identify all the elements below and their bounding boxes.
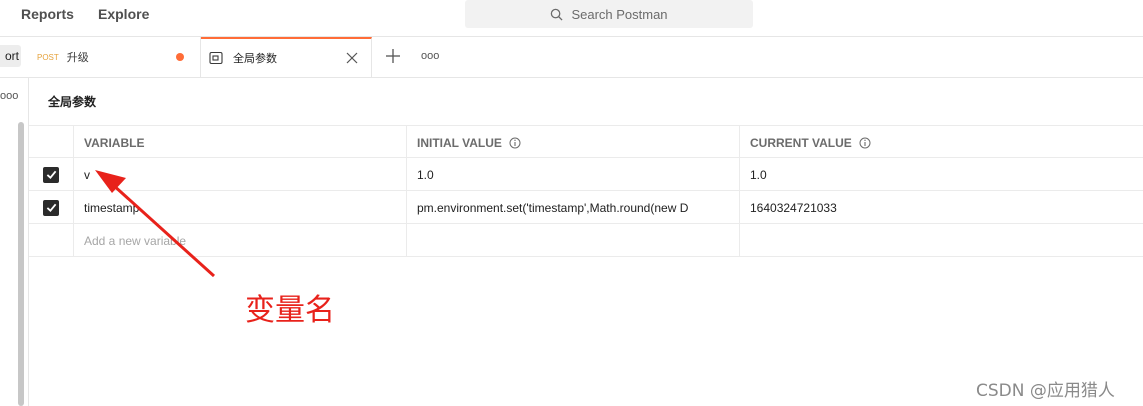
sidebar-more-icon[interactable]: ooo bbox=[0, 90, 18, 102]
add-variable-input[interactable]: Add a new variable bbox=[73, 224, 406, 257]
row-checkbox-cell bbox=[29, 158, 73, 191]
header-label: CURRENT VALUE bbox=[750, 135, 852, 150]
info-icon[interactable] bbox=[859, 137, 871, 149]
environment-icon bbox=[209, 51, 223, 65]
nav-reports[interactable]: Reports bbox=[21, 6, 74, 22]
table-header-row: VARIABLE INITIAL VALUE CURRENT VALUE bbox=[29, 125, 1143, 159]
tab-bar: ort POST 升级 全局参数 bbox=[0, 37, 1143, 78]
checkmark-icon bbox=[46, 170, 56, 180]
annotation-label: 变量名 bbox=[245, 293, 335, 328]
top-bar: Reports Explore Search Postman bbox=[0, 0, 1143, 37]
nav-explore[interactable]: Explore bbox=[98, 6, 149, 22]
enabled-checkbox[interactable] bbox=[43, 166, 59, 183]
watermark: CSDN @应用猎人 bbox=[976, 381, 1115, 401]
current-value-field[interactable] bbox=[739, 224, 1143, 257]
unsaved-dot-icon bbox=[176, 53, 184, 61]
initial-value-field[interactable] bbox=[406, 224, 739, 257]
tab-label: 升级 bbox=[66, 52, 89, 64]
initial-value-field[interactable]: pm.environment.set('timestamp',Math.roun… bbox=[406, 191, 739, 224]
search-bar[interactable]: Search Postman bbox=[465, 0, 753, 28]
search-placeholder: Search Postman bbox=[571, 6, 668, 22]
header-current-value: CURRENT VALUE bbox=[739, 126, 1143, 159]
row-checkbox-cell bbox=[29, 191, 73, 224]
header-label: INITIAL VALUE bbox=[417, 135, 502, 150]
new-tab-plus-icon[interactable] bbox=[385, 48, 401, 64]
current-value-field[interactable]: 1.0 bbox=[739, 158, 1143, 191]
table-row-new: Add a new variable bbox=[29, 224, 1143, 257]
table-row: timestamp pm.environment.set('timestamp'… bbox=[29, 191, 1143, 224]
import-button[interactable]: ort bbox=[0, 45, 21, 67]
current-value-field[interactable]: 1640324721033 bbox=[739, 191, 1143, 224]
request-method-badge: POST bbox=[37, 52, 59, 62]
tab-globals[interactable]: 全局参数 bbox=[201, 37, 372, 77]
initial-value-field[interactable]: 1.0 bbox=[406, 158, 739, 191]
variable-name-field[interactable]: timestamp bbox=[73, 191, 406, 224]
tab-label: 全局参数 bbox=[233, 53, 277, 65]
variables-table: VARIABLE INITIAL VALUE CURRENT VALUE v 1… bbox=[29, 125, 1143, 257]
enabled-checkbox[interactable] bbox=[43, 199, 59, 216]
info-icon[interactable] bbox=[509, 137, 521, 149]
checkmark-icon bbox=[46, 203, 56, 213]
header-variable: VARIABLE bbox=[73, 126, 406, 159]
variable-name-field[interactable]: v bbox=[73, 158, 406, 191]
header-initial-value: INITIAL VALUE bbox=[406, 126, 739, 159]
row-checkbox-cell bbox=[29, 224, 73, 257]
sidebar-scrollbar[interactable] bbox=[18, 122, 24, 406]
close-icon[interactable] bbox=[346, 52, 358, 64]
tab-upgrade-request[interactable]: POST 升级 bbox=[29, 37, 201, 77]
table-row: v 1.0 1.0 bbox=[29, 158, 1143, 191]
header-label: VARIABLE bbox=[84, 135, 145, 150]
header-checkbox-cell bbox=[29, 126, 73, 159]
search-icon bbox=[551, 8, 563, 21]
tab-more-options-icon[interactable]: ooo bbox=[421, 50, 439, 62]
page-title: 全局参数 bbox=[48, 95, 97, 109]
